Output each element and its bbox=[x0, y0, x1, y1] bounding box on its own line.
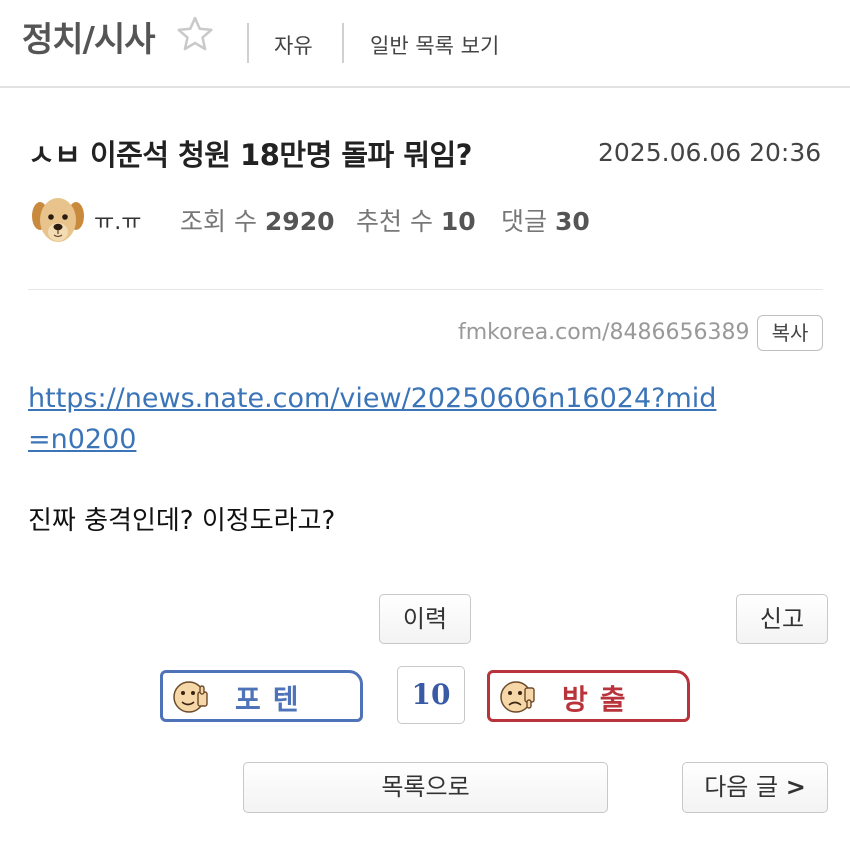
header-separator bbox=[247, 23, 249, 63]
next-post-button[interactable]: 다음 글 > bbox=[682, 762, 828, 813]
view-count-value: 2920 bbox=[264, 207, 335, 236]
thumbs-up-face-icon bbox=[173, 681, 208, 713]
avatar[interactable] bbox=[30, 192, 86, 248]
comment-count-value: 30 bbox=[554, 207, 590, 236]
favorite-star-icon[interactable] bbox=[175, 14, 215, 54]
thumbs-down-face-icon bbox=[500, 681, 535, 713]
vote-stat-value: 10 bbox=[440, 207, 476, 236]
board-title[interactable]: 정치/시사 bbox=[22, 12, 156, 61]
view-count: 조회 수 2920 bbox=[180, 202, 335, 238]
upvote-label: 포텐 bbox=[235, 683, 311, 716]
post-body: 진짜 충격인데? 이정도라고? bbox=[28, 506, 336, 536]
chevron-right-icon: > bbox=[785, 773, 806, 801]
vote-stat: 추천 수 10 bbox=[356, 202, 476, 238]
upvote-button[interactable]: 포텐 bbox=[160, 670, 363, 722]
header-separator bbox=[342, 23, 344, 63]
post-title: ㅅㅂ 이준석 청원 18만명 돌파 뭐임? bbox=[28, 138, 473, 172]
downvote-button[interactable]: 방출 bbox=[487, 670, 690, 722]
author-nickname[interactable]: ㅠ.ㅠ bbox=[94, 204, 141, 236]
view-count-label: 조회 수 bbox=[180, 207, 257, 236]
content-divider bbox=[28, 289, 823, 290]
back-to-list-button[interactable]: 목록으로 bbox=[243, 762, 608, 813]
board-header: 정치/시사 자유 일반 목록 보기 bbox=[0, 0, 850, 88]
vote-count: 10 bbox=[397, 666, 465, 724]
category-link[interactable]: 자유 bbox=[274, 30, 313, 60]
list-view-link[interactable]: 일반 목록 보기 bbox=[370, 30, 499, 60]
permalink[interactable]: fmkorea.com/8486656389 bbox=[458, 320, 750, 345]
copy-link-button[interactable]: 복사 bbox=[757, 315, 823, 351]
comment-count[interactable]: 댓글 30 bbox=[501, 202, 590, 238]
comment-count-label: 댓글 bbox=[501, 207, 548, 236]
downvote-label: 방출 bbox=[562, 683, 638, 716]
news-link[interactable]: https://news.nate.com/view/20250606n1602… bbox=[28, 378, 728, 460]
post-date: 2025.06.06 20:36 bbox=[598, 138, 822, 167]
history-button[interactable]: 이력 bbox=[379, 594, 471, 644]
next-post-label: 다음 글 bbox=[704, 773, 779, 801]
vote-stat-label: 추천 수 bbox=[356, 207, 433, 236]
report-button[interactable]: 신고 bbox=[736, 594, 828, 644]
